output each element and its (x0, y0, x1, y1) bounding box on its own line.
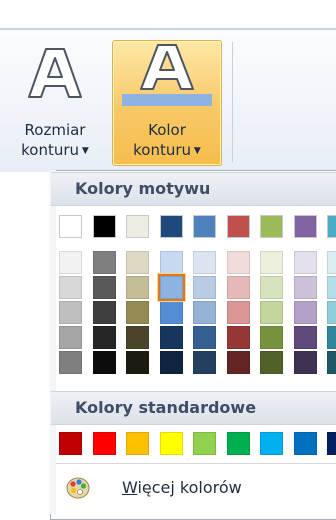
theme-color-swatch[interactable] (226, 301, 250, 324)
theme-color-swatch[interactable] (193, 215, 216, 238)
theme-color-swatch[interactable] (59, 301, 82, 324)
theme-color-swatch[interactable] (193, 351, 216, 374)
outline-size-label-line1: Rozmiar (24, 121, 86, 139)
theme-color-swatch[interactable] (126, 276, 149, 299)
theme-color-swatch[interactable] (92, 351, 116, 374)
theme-colors-header: Kolory motywu (51, 172, 336, 206)
standard-color-swatch[interactable] (193, 432, 216, 455)
theme-color-swatch[interactable] (59, 215, 82, 238)
theme-color-swatch[interactable] (260, 251, 283, 274)
theme-color-swatch[interactable] (226, 276, 250, 299)
theme-color-swatch[interactable] (59, 351, 82, 374)
theme-color-swatch[interactable] (159, 251, 183, 274)
outline-color-icon (140, 44, 194, 90)
theme-color-swatch[interactable] (260, 215, 283, 238)
theme-color-swatch[interactable] (327, 301, 336, 324)
outline-color-label-line2: konturu (133, 141, 192, 159)
standard-color-swatch[interactable] (126, 432, 149, 455)
theme-color-swatch[interactable] (226, 215, 250, 238)
top-bar (0, 0, 336, 28)
theme-color-swatch[interactable] (193, 251, 216, 274)
menu-divider (56, 463, 336, 464)
theme-color-swatch[interactable] (327, 276, 336, 299)
theme-color-swatch[interactable] (126, 251, 149, 274)
theme-color-swatch[interactable] (126, 215, 149, 238)
theme-color-swatch[interactable] (260, 351, 283, 374)
palette-icon (66, 477, 90, 499)
color-indicator-bar (122, 94, 212, 106)
theme-color-swatch[interactable] (159, 301, 183, 324)
theme-color-swatch[interactable] (193, 326, 216, 349)
theme-color-swatch[interactable] (159, 215, 183, 238)
ribbon-separator (232, 42, 233, 162)
theme-color-swatch[interactable] (293, 215, 317, 238)
theme-color-swatch[interactable] (92, 276, 116, 299)
theme-color-swatch[interactable] (92, 326, 116, 349)
theme-color-swatch[interactable] (260, 301, 283, 324)
theme-color-swatch[interactable] (59, 276, 82, 299)
standard-color-swatch[interactable] (293, 432, 317, 455)
theme-color-swatch[interactable] (193, 301, 216, 324)
more-colors-hotkey: W (122, 478, 138, 497)
theme-color-swatch[interactable] (59, 326, 82, 349)
standard-colors-header: Kolory standardowe (51, 391, 336, 425)
standard-color-swatch[interactable] (92, 432, 116, 455)
dropdown-arrow-icon: ▼ (79, 146, 89, 156)
standard-color-swatch[interactable] (159, 432, 183, 455)
theme-color-swatch[interactable] (92, 301, 116, 324)
theme-color-swatch[interactable] (293, 351, 317, 374)
theme-color-swatch[interactable] (327, 351, 336, 374)
theme-color-swatch[interactable] (226, 251, 250, 274)
theme-color-swatch[interactable] (126, 301, 149, 324)
theme-color-swatch[interactable] (126, 351, 149, 374)
theme-color-swatch[interactable] (260, 276, 283, 299)
theme-color-swatch[interactable] (293, 326, 317, 349)
theme-color-swatch[interactable] (226, 326, 250, 349)
outline-size-button[interactable]: Rozmiar konturu ▼ (2, 40, 108, 166)
theme-color-swatch[interactable] (59, 251, 82, 274)
theme-color-swatch[interactable] (226, 351, 250, 374)
standard-color-swatch[interactable] (327, 432, 336, 455)
dropdown-arrow-icon: ▼ (191, 146, 201, 156)
more-colors-item[interactable]: Więcej kolorów (56, 466, 336, 512)
outline-size-label-line2: konturu (21, 141, 80, 159)
more-colors-label: ięcej kolorów (137, 478, 242, 497)
theme-color-swatch[interactable] (92, 251, 116, 274)
outline-color-button[interactable]: Kolor konturu ▼ (112, 40, 222, 166)
theme-color-swatch[interactable] (293, 276, 317, 299)
standard-color-swatch[interactable] (59, 432, 82, 455)
theme-color-swatch[interactable] (293, 301, 317, 324)
theme-color-swatch[interactable] (260, 326, 283, 349)
outline-text-icon (28, 48, 82, 98)
theme-color-swatch[interactable] (193, 276, 216, 299)
theme-color-swatch[interactable] (126, 326, 149, 349)
theme-color-swatch[interactable] (293, 251, 317, 274)
selected-color-indicator (156, 273, 186, 302)
theme-color-swatch[interactable] (159, 326, 183, 349)
theme-color-swatch[interactable] (92, 215, 116, 238)
standard-color-swatch[interactable] (226, 432, 250, 455)
theme-color-swatch[interactable] (327, 326, 336, 349)
standard-color-swatch[interactable] (260, 432, 283, 455)
theme-color-swatch[interactable] (327, 215, 336, 238)
theme-color-swatch[interactable] (159, 351, 183, 374)
outline-color-label-line1: Kolor (148, 121, 186, 139)
theme-color-swatch[interactable] (327, 251, 336, 274)
